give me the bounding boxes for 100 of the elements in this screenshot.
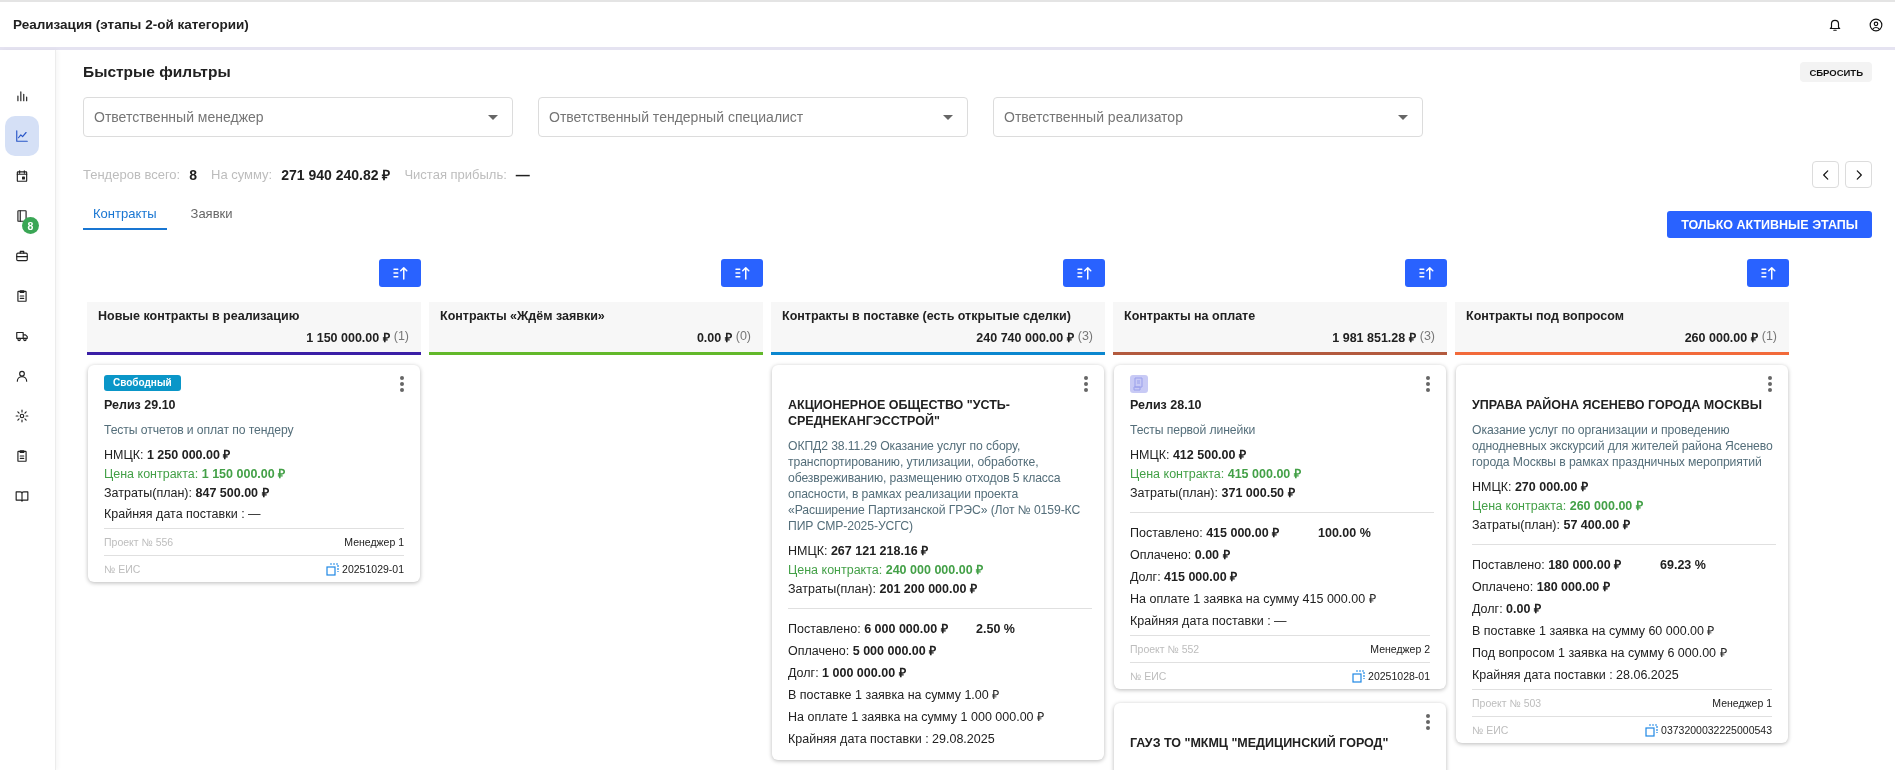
calendar-icon — [15, 169, 29, 183]
nav-item[interactable]: 8 — [5, 197, 39, 235]
status-tag: Свободный — [104, 375, 181, 391]
column-title: Новые контракты в реализацию — [98, 308, 301, 323]
stat-label: На сумму: — [211, 167, 273, 182]
stat-value: 271 940 240.82 ₽ — [281, 166, 391, 184]
column-total: 1 150 000.00 ₽ — [306, 329, 390, 346]
column-title: Контракты в поставке (есть открытые сделки) — [782, 308, 1072, 323]
clipboard-icon — [15, 449, 29, 463]
stat-value: 8 — [189, 166, 197, 183]
amount-text: Поставлено: 415 000.00 ₽ — [1130, 525, 1281, 542]
document-icon — [1130, 375, 1148, 393]
column-count: (0) — [735, 328, 751, 345]
card-note: Крайняя дата поставки : 28.06.2025 — [1472, 667, 1680, 684]
previous-button[interactable] — [1812, 161, 1839, 188]
card-description: Тесты первой линейки — [1130, 422, 1257, 438]
contract-price: Цена контракта: 260 000.00 ₽ — [1472, 498, 1644, 515]
eis-label: № ЕИС — [1130, 670, 1167, 682]
amount-text: Оплачено: 5 000 000.00 ₽ — [788, 643, 938, 660]
clipboard-icon — [15, 289, 29, 303]
amount-text: Долг: 0.00 ₽ — [1472, 601, 1542, 618]
line-chart-icon — [15, 129, 29, 143]
count-badge: 8 — [22, 217, 39, 234]
column-count: (3) — [1077, 328, 1093, 345]
contract-price: Цена контракта: 415 000.00 ₽ — [1130, 466, 1302, 483]
bell-icon[interactable] — [1828, 17, 1842, 32]
next-button[interactable] — [1845, 161, 1872, 188]
amount-text: Затраты(план): 201 200 000.00 ₽ — [788, 581, 977, 598]
card-description: ОКПД2 38.11.29 Оказание услуг по сбору, транспортированию, утилизации, обработке, обезвреживанию, размещению отходов 5 класса опасности, в рамках реализации проекта «Расширение Партизанской ГРЭС» (Лот № 0159-КС ПИР СМР-2025-УСГС) — [788, 438, 1082, 534]
amount-text: Поставлено: 6 000 000.00 ₽ — [788, 621, 949, 638]
percent-text: 2.50 % — [976, 622, 1015, 636]
eis-number: 20251029-01 — [342, 563, 404, 575]
manager-name: Менеджер 2 — [1370, 643, 1430, 655]
card-note: В поставке 1 заявка на сумму 1.00 ₽ — [788, 687, 1001, 704]
eis-number: 20251028-01 — [1368, 670, 1430, 682]
amount-text: Оплачено: 180 000.00 ₽ — [1472, 579, 1611, 596]
eis-label: № ЕИС — [104, 563, 141, 575]
stat-label: Чистая прибыль: — [404, 167, 507, 182]
tab[interactable]: Заявки — [180, 200, 243, 230]
eis-number: 0373200032225000543 — [1661, 724, 1772, 736]
select-field[interactable]: Ответственный тендерный специалист — [538, 97, 968, 137]
card-note: Под вопросом 1 заявка на сумму 6 000.00 ₽ — [1472, 645, 1728, 662]
project-number: Проект № 503 — [1472, 697, 1542, 709]
select-field[interactable]: Ответственный менеджер — [83, 97, 513, 137]
sort-button[interactable] — [379, 259, 421, 287]
column-count: (1) — [393, 328, 409, 345]
amount-text: Затраты(план): 57 400.00 ₽ — [1472, 517, 1631, 534]
sort-button[interactable] — [1405, 259, 1447, 287]
amount-text: Долг: 415 000.00 ₽ — [1130, 569, 1239, 586]
eis-label: № ЕИС — [1472, 724, 1509, 736]
manager-name: Менеджер 1 — [1712, 697, 1772, 709]
column-total: 1 981 851.28 ₽ — [1332, 329, 1416, 346]
sort-button[interactable] — [1747, 259, 1789, 287]
project-number: Проект № 552 — [1130, 643, 1200, 655]
amount-text: НМЦК: 270 000.00 ₽ — [1472, 479, 1589, 496]
sort-button[interactable] — [1063, 259, 1105, 287]
amount-text: Затраты(план): 847 500.00 ₽ — [104, 485, 270, 502]
amount-text: НМЦК: 412 500.00 ₽ — [1130, 447, 1247, 464]
amount-text: Оплачено: 0.00 ₽ — [1130, 547, 1231, 564]
percent-text: 100.00 % — [1318, 526, 1371, 540]
column-total: 260 000.00 ₽ — [1684, 329, 1758, 346]
contract-price: Цена контракта: 240 000 000.00 ₽ — [788, 562, 984, 579]
amount-text: НМЦК: 267 121 218.16 ₽ — [788, 543, 930, 560]
column-total: 240 740 000.00 ₽ — [976, 329, 1074, 346]
section-title: Быстрые фильтры — [83, 63, 231, 81]
book-icon — [15, 209, 29, 223]
column-count: (3) — [1419, 328, 1435, 345]
truck-icon — [15, 329, 29, 343]
card-title: Релиз 29.10 — [104, 397, 177, 413]
tab[interactable]: Контракты — [83, 200, 167, 230]
settings-icon — [15, 409, 29, 423]
column-title: Контракты «Ждём заявки» — [440, 308, 606, 323]
select-field[interactable]: Ответственный реализатор — [993, 97, 1423, 137]
amount-text: НМЦК: 1 250 000.00 ₽ — [104, 447, 232, 464]
card-note: На оплате 1 заявка на сумму 415 000.00 ₽ — [1130, 591, 1377, 608]
card-note: На оплате 1 заявка на сумму 1 000 000.00 ₽ — [788, 709, 1046, 726]
contract-price: Цена контракта: 1 150 000.00 ₽ — [104, 466, 287, 483]
active-stages-button[interactable]: ТОЛЬКО АКТИВНЫЕ ЭТАПЫ — [1667, 211, 1872, 238]
person-icon — [15, 369, 29, 383]
card-description: Оказание услуг по организации и проведению однодневных экскурсий для жителей района Ясенево города Москвы в рамках праздничных мероприятий — [1472, 422, 1774, 470]
column-title: Контракты на оплате — [1124, 308, 1257, 323]
user-icon[interactable] — [1869, 17, 1883, 32]
card-note: Крайняя дата поставки : — — [104, 506, 262, 523]
amount-text: Затраты(план): 371 000.50 ₽ — [1130, 485, 1296, 502]
column-title: Контракты под вопросом — [1466, 308, 1625, 323]
card-title: Релиз 28.10 — [1130, 397, 1203, 413]
card-title: АКЦИОНЕРНОЕ ОБЩЕСТВО "УСТЬ-СРЕДНЕКАНГЭССТРОЙ" — [788, 397, 1011, 429]
stat-label: Тендеров всего: — [83, 167, 181, 182]
sort-button[interactable] — [721, 259, 763, 287]
card-description: Тесты отчетов и оплат по тендеру — [104, 422, 295, 438]
bar-chart-icon — [15, 89, 29, 103]
briefcase-icon — [15, 249, 29, 263]
reset-button[interactable]: СБРОСИТЬ — [1800, 62, 1872, 82]
card-note: В поставке 1 заявка на сумму 60 000.00 ₽ — [1472, 623, 1716, 640]
manager-name: Менеджер 1 — [344, 536, 404, 548]
open-book-icon — [15, 489, 29, 503]
column-total: 0.00 ₽ — [696, 329, 732, 346]
percent-text: 69.23 % — [1660, 558, 1706, 572]
stat-value: — — [515, 166, 530, 183]
card-title: УПРАВА РАЙОНА ЯСЕНЕВО ГОРОДА МОСКВЫ — [1472, 397, 1763, 413]
